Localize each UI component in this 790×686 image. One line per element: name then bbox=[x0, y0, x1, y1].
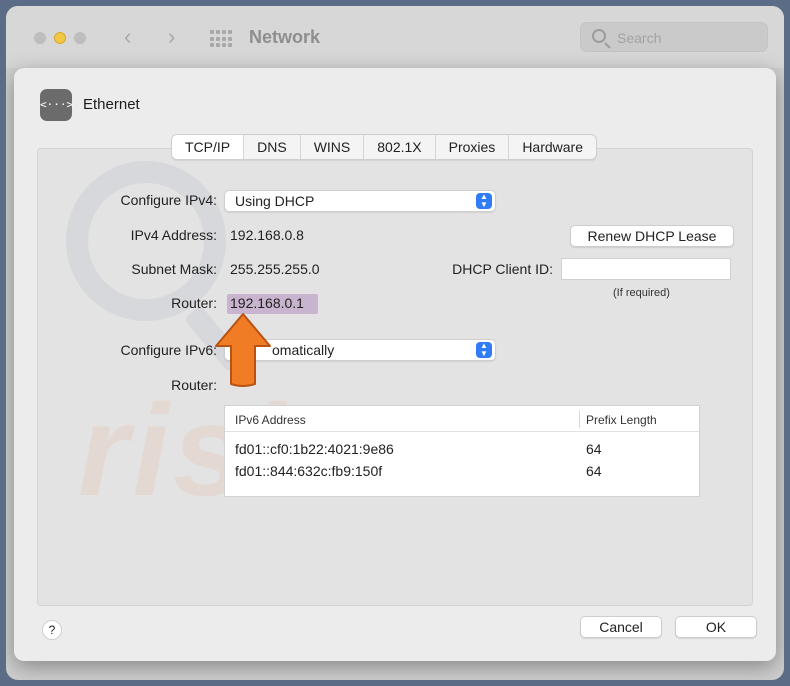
zoom-window-button[interactable] bbox=[74, 32, 86, 44]
configure-ipv4-popup[interactable]: Using DHCP ▲ ▼ bbox=[224, 190, 496, 212]
dhcp-client-id-field[interactable] bbox=[561, 258, 731, 280]
configure-ipv6-label: Configure IPv6: bbox=[120, 342, 218, 358]
tab-8021x[interactable]: 802.1X bbox=[363, 135, 434, 159]
column-header-ipv6-address[interactable]: IPv6 Address bbox=[235, 413, 306, 427]
ipv6-address-cell: fd01::cf0:1b22:4021:9e86 bbox=[235, 441, 394, 457]
router-value: 192.168.0.1 bbox=[230, 295, 304, 311]
cancel-button[interactable]: Cancel bbox=[580, 616, 662, 638]
prefix-length-cell: 64 bbox=[586, 441, 602, 457]
renew-dhcp-lease-button[interactable]: Renew DHCP Lease bbox=[570, 225, 734, 247]
chevron-right-icon[interactable]: › bbox=[168, 24, 175, 50]
title-bar: ‹ › Network Search bbox=[6, 6, 784, 68]
grid-icon[interactable] bbox=[210, 30, 232, 48]
tab-wins[interactable]: WINS bbox=[299, 135, 364, 159]
column-divider bbox=[579, 410, 580, 428]
chevron-left-icon[interactable]: ‹ bbox=[124, 24, 131, 50]
search-icon bbox=[592, 29, 606, 43]
router-label: Router: bbox=[171, 295, 217, 311]
client-id-hint: (If required) bbox=[613, 287, 670, 299]
up-down-chevron-icon: ▲ ▼ bbox=[476, 342, 492, 358]
ipv4-address-label: IPv4 Address: bbox=[130, 227, 217, 243]
interface-name: Ethernet bbox=[83, 96, 140, 113]
configure-ipv6-value: omatically bbox=[272, 342, 335, 358]
network-advanced-sheet: <···> Ethernet rish.com TCP/IP DNS WINS … bbox=[14, 68, 776, 661]
ipv6-address-cell: fd01::844:632c:fb9:150f bbox=[235, 463, 383, 479]
window-title: Network bbox=[249, 27, 321, 47]
system-preferences-window: ‹ › Network Search <···> Ethernet rish.c… bbox=[6, 6, 784, 680]
tab-proxies[interactable]: Proxies bbox=[434, 135, 509, 159]
configure-ipv4-value: Using DHCP bbox=[235, 193, 315, 209]
close-window-button[interactable] bbox=[34, 32, 46, 44]
dhcp-client-id-label: DHCP Client ID: bbox=[452, 261, 553, 277]
help-button[interactable]: ? bbox=[42, 620, 62, 640]
ipv4-address-value: 192.168.0.8 bbox=[230, 227, 304, 243]
prefix-length-cell: 64 bbox=[586, 463, 602, 479]
table-header: IPv6 Address Prefix Length bbox=[225, 406, 699, 432]
configure-ipv4-label: Configure IPv4: bbox=[120, 192, 218, 208]
tab-dns[interactable]: DNS bbox=[243, 135, 300, 159]
search-field[interactable]: Search bbox=[580, 22, 768, 52]
minimize-window-button[interactable] bbox=[54, 32, 66, 44]
tab-bar: TCP/IP DNS WINS 802.1X Proxies Hardware bbox=[171, 134, 598, 160]
subnet-mask-label: Subnet Mask: bbox=[131, 261, 217, 277]
ipv6-address-table: IPv6 Address Prefix Length fd01::cf0:1b2… bbox=[224, 405, 700, 497]
ipv6-router-label: Router: bbox=[171, 377, 217, 393]
tab-tcpip[interactable]: TCP/IP bbox=[172, 135, 244, 159]
search-placeholder: Search bbox=[617, 30, 662, 46]
column-header-prefix-length[interactable]: Prefix Length bbox=[586, 413, 657, 427]
ethernet-icon: <···> bbox=[40, 89, 73, 121]
subnet-mask-value: 255.255.255.0 bbox=[230, 261, 320, 277]
tab-hardware[interactable]: Hardware bbox=[508, 135, 596, 159]
up-arrow-icon bbox=[215, 313, 271, 387]
up-down-chevron-icon: ▲ ▼ bbox=[476, 193, 492, 209]
ok-button[interactable]: OK bbox=[675, 616, 757, 638]
